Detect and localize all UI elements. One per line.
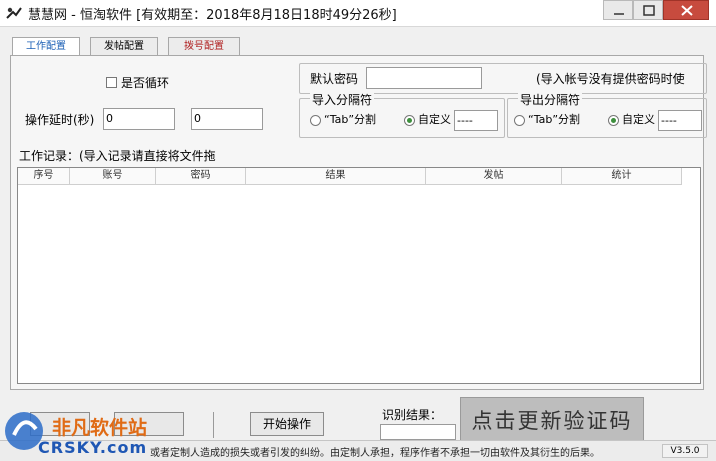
export-separator-label: 导出分隔符 (518, 91, 583, 108)
loop-checkbox-label: 是否循环 (121, 76, 170, 90)
tab-dial-config[interactable]: 拨号配置 (168, 37, 240, 56)
export-custom-option-label: 自定义 (622, 113, 655, 126)
tab-post-config[interactable]: 发帖配置 (90, 37, 158, 56)
default-password-label: 默认密码 (310, 72, 359, 86)
column-header[interactable]: 发帖 (426, 168, 562, 184)
export-custom-radio[interactable] (608, 115, 619, 126)
close-button[interactable] (663, 0, 709, 20)
import-custom-option-label: 自定义 (418, 113, 451, 126)
captcha-refresh-button[interactable]: 点击更新验证码 (460, 397, 644, 445)
export-tab-radio[interactable] (514, 115, 525, 126)
import-tab-option-label: “Tab”分割 (324, 113, 377, 126)
recognize-result-input[interactable] (380, 424, 456, 440)
import-separator-group: 导入分隔符 “Tab”分割 自定义 ---- (299, 91, 505, 138)
delay-to-input[interactable]: 0 (191, 108, 263, 130)
work-log-table[interactable]: 序号 账号 密码 结果 发帖 统计 (17, 167, 701, 384)
tab-work-config[interactable]: 工作配置 (12, 37, 80, 57)
export-tab-option-label: “Tab”分割 (528, 113, 581, 126)
start-operation-button[interactable]: 开始操作 (250, 412, 324, 436)
maximize-icon (643, 5, 655, 16)
export-separator-group: 导出分隔符 “Tab”分割 自定义 ---- (507, 91, 707, 138)
loop-checkbox[interactable] (106, 77, 117, 88)
close-icon (681, 5, 693, 16)
import-tab-radio[interactable] (310, 115, 321, 126)
column-header[interactable]: 统计 (562, 168, 682, 184)
import-separator-label: 导入分隔符 (310, 91, 375, 108)
import-custom-radio[interactable] (404, 115, 415, 126)
column-header[interactable]: 序号 (18, 168, 70, 184)
watermark-subtext: CRSKY.com (38, 438, 148, 457)
toolbar-divider (213, 412, 214, 438)
table-header: 序号 账号 密码 结果 发帖 统计 (18, 168, 682, 185)
column-header[interactable]: 结果 (246, 168, 426, 184)
column-header[interactable]: 密码 (156, 168, 246, 184)
window-title: 慧慧网 - 恒淘软件 [有效期至：2018年8月18日18时49分26秒] (28, 8, 397, 23)
app-icon (6, 7, 22, 19)
maximize-button[interactable] (633, 0, 663, 20)
delay-label: 操作延时(秒) (25, 113, 95, 127)
default-password-hint: (导入帐号没有提供密码时使 (536, 72, 685, 86)
watermark-logo: 非凡软件站 CRSKY.com (0, 403, 165, 460)
import-custom-separator-input[interactable]: ---- (454, 110, 498, 131)
version-badge: V3.5.0 (662, 444, 708, 458)
watermark-text: 非凡软件站 (52, 417, 148, 439)
delay-from-input[interactable]: 0 (103, 108, 175, 130)
recognize-result-label: 识别结果： (382, 408, 443, 422)
minimize-button[interactable] (603, 0, 633, 20)
status-text: 或者定制人造成的损失或者引发的纠纷。由定制人承担，程序作者不承担一切由软件及其衍… (150, 448, 600, 459)
work-log-label: 工作记录：(导入记录请直接将文件拖 (19, 149, 216, 163)
title-bar: 慧慧网 - 恒淘软件 [有效期至：2018年8月18日18时49分26秒] (0, 0, 716, 27)
minimize-icon (614, 13, 624, 15)
column-header[interactable]: 账号 (70, 168, 156, 184)
default-password-input[interactable] (366, 67, 482, 89)
default-password-group: 默认密码 (导入帐号没有提供密码时使 (299, 63, 707, 94)
export-custom-separator-input[interactable]: ---- (658, 110, 702, 131)
